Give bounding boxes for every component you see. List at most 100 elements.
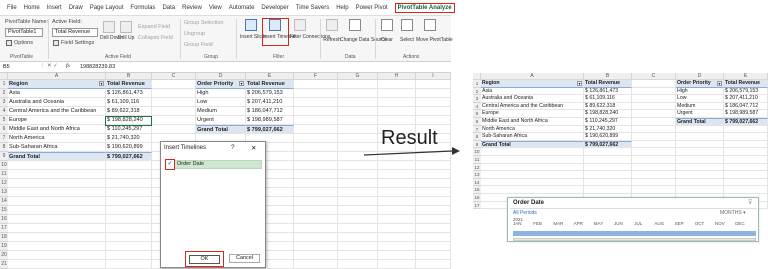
- sheet-cell[interactable]: [378, 116, 416, 125]
- sheet-cell[interactable]: [106, 224, 152, 233]
- pivot-region-row-cell[interactable]: Central America and the Caribbean: [8, 107, 106, 116]
- result-sheet-cell[interactable]: [632, 148, 676, 156]
- result-row-header[interactable]: 7: [473, 125, 481, 134]
- menu-insert[interactable]: Insert: [47, 5, 62, 11]
- sheet-cell[interactable]: [378, 98, 416, 107]
- result-region-header-cell[interactable]: Region ▾: [481, 80, 584, 88]
- sheet-cell[interactable]: [338, 242, 378, 251]
- pivot-priority-header-cell[interactable]: Order Priority ▾: [196, 80, 246, 89]
- result-col-header-a[interactable]: A: [481, 73, 584, 80]
- sheet-cell[interactable]: [378, 251, 416, 260]
- row-header[interactable]: 11: [0, 170, 8, 179]
- result-region-row-cell[interactable]: $ 126,861,473: [584, 87, 632, 96]
- sheet-cell[interactable]: [416, 206, 451, 215]
- result-region-row-cell[interactable]: North America: [481, 125, 584, 134]
- sheet-cell[interactable]: [416, 188, 451, 197]
- sheet-cell[interactable]: [294, 161, 338, 170]
- result-sheet-cell[interactable]: [481, 186, 584, 194]
- result-sheet-cell[interactable]: [724, 133, 768, 141]
- sheet-cell[interactable]: [378, 107, 416, 116]
- pivot-region-header-cell[interactable]: Total Revenue: [106, 80, 152, 89]
- row-header[interactable]: 6: [0, 125, 8, 134]
- sheet-cell[interactable]: [294, 233, 338, 242]
- pivot-region-header-cell[interactable]: Region ▾: [8, 80, 106, 89]
- sheet-cell[interactable]: [338, 125, 378, 134]
- row-header[interactable]: 14: [0, 197, 8, 206]
- sheet-cell[interactable]: [8, 188, 106, 197]
- sheet-cell[interactable]: [294, 224, 338, 233]
- result-sheet-cell[interactable]: [676, 125, 724, 134]
- result-region-row-cell[interactable]: $ 198,828,240: [584, 110, 632, 118]
- sheet-cell[interactable]: [378, 170, 416, 179]
- sheet-cell[interactable]: [338, 206, 378, 215]
- result-sheet-cell[interactable]: [632, 110, 676, 118]
- result-sheet-cell[interactable]: [724, 148, 768, 156]
- row-header[interactable]: 10: [0, 161, 8, 170]
- sheet-cell[interactable]: [416, 107, 451, 116]
- sheet-cell[interactable]: [378, 233, 416, 242]
- sheet-cell[interactable]: [416, 89, 451, 98]
- result-sheet-cell[interactable]: [676, 133, 724, 141]
- result-sheet-cell[interactable]: [632, 163, 676, 172]
- pivot-region-row-cell[interactable]: Australia and Oceania: [8, 98, 106, 107]
- menu-data[interactable]: Data: [162, 5, 175, 11]
- sheet-cell[interactable]: [338, 224, 378, 233]
- row-header[interactable]: 13: [0, 188, 8, 197]
- row-header[interactable]: 19: [0, 242, 8, 251]
- order-date-checkbox[interactable]: ✓: [165, 159, 175, 170]
- pivot-region-row-cell[interactable]: $ 190,620,899: [106, 143, 152, 152]
- result-priority-row-cell[interactable]: Urgent: [676, 110, 724, 118]
- filter-dropdown-icon[interactable]: ▾: [577, 81, 582, 86]
- result-sheet-cell[interactable]: [632, 156, 676, 164]
- insert-timeline-button[interactable]: Insert Timeline: [263, 34, 296, 40]
- sheet-cell[interactable]: [294, 80, 338, 89]
- col-header-a[interactable]: A: [8, 73, 106, 80]
- row-header[interactable]: 21: [0, 260, 8, 269]
- sheet-cell[interactable]: [106, 170, 152, 179]
- row-header[interactable]: 17: [0, 224, 8, 233]
- result-priority-total-cell[interactable]: $ 799,027,662: [724, 118, 768, 126]
- row-header[interactable]: 2: [0, 89, 8, 98]
- sheet-cell[interactable]: [106, 197, 152, 206]
- result-region-row-cell[interactable]: Asia: [481, 87, 584, 96]
- result-row-header[interactable]: 6: [473, 118, 481, 126]
- pivot-region-row-cell[interactable]: $ 110,245,297: [106, 125, 152, 134]
- menu-help[interactable]: Help: [336, 5, 348, 11]
- row-header[interactable]: 7: [0, 134, 8, 143]
- refresh-button[interactable]: Refresh: [323, 37, 341, 43]
- help-icon[interactable]: ?: [231, 144, 235, 151]
- result-priority-row-cell[interactable]: Low: [676, 95, 724, 103]
- sheet-cell[interactable]: [338, 179, 378, 188]
- timeline-scrollbar[interactable]: [513, 238, 756, 241]
- pivot-name-input[interactable]: PivotTable1: [5, 28, 43, 37]
- sheet-cell[interactable]: [106, 215, 152, 224]
- insert-slicer-button[interactable]: Insert Slicer: [240, 34, 266, 40]
- menu-formulas[interactable]: Formulas: [130, 5, 155, 11]
- pivot-region-row-cell[interactable]: $ 61,109,116: [106, 98, 152, 107]
- sheet-cell[interactable]: [294, 179, 338, 188]
- menu-automate[interactable]: Automate: [229, 5, 255, 11]
- result-row-header[interactable]: 10: [473, 148, 481, 156]
- sheet-cell[interactable]: [416, 197, 451, 206]
- result-region-row-cell[interactable]: Sub-Saharan Africa: [481, 133, 584, 141]
- timeline-month-aug[interactable]: AUG: [654, 221, 664, 226]
- drill-down-button[interactable]: Drill Down: [100, 35, 123, 41]
- sheet-cell[interactable]: [294, 134, 338, 143]
- pivot-priority-total-cell[interactable]: $ 799,027,662: [246, 125, 294, 134]
- result-sheet-cell[interactable]: [584, 163, 632, 172]
- sheet-cell[interactable]: [8, 251, 106, 260]
- sheet-cell[interactable]: [8, 260, 106, 269]
- timeline-month-may[interactable]: MAY: [594, 221, 603, 226]
- pivot-region-total-cell[interactable]: Grand Total: [8, 152, 106, 161]
- pivot-priority-row-cell[interactable]: High: [196, 89, 246, 98]
- sheet-cell[interactable]: [378, 89, 416, 98]
- result-sheet-cell[interactable]: [676, 178, 724, 187]
- result-priority-total-cell[interactable]: Grand Total: [676, 118, 724, 126]
- sheet-cell[interactable]: [378, 188, 416, 197]
- result-priority-row-cell[interactable]: $ 206,579,153: [724, 87, 768, 96]
- sheet-cell[interactable]: [8, 233, 106, 242]
- options-button[interactable]: Options: [14, 40, 33, 46]
- sheet-cell[interactable]: [294, 170, 338, 179]
- result-sheet-cell[interactable]: [632, 186, 676, 194]
- timeline-month-jul[interactable]: JUL: [634, 221, 642, 226]
